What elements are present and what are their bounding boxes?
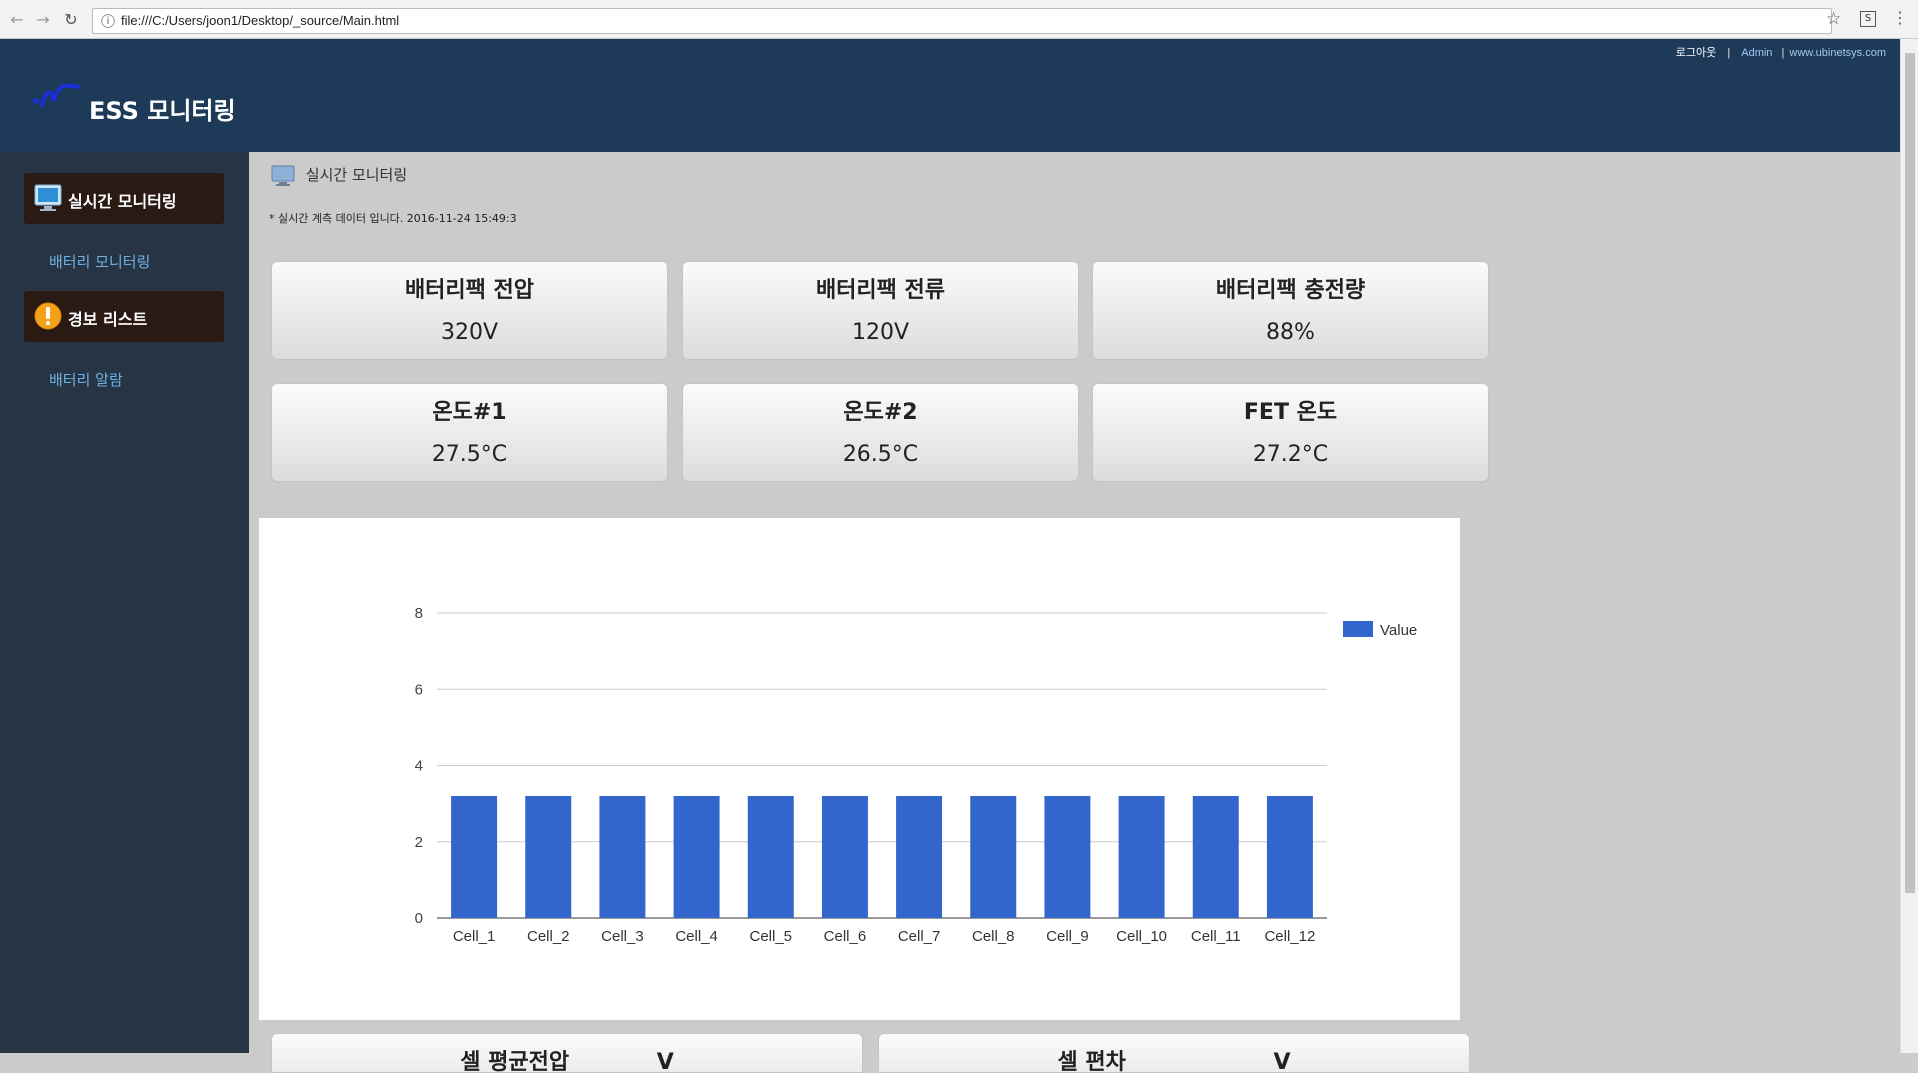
bar-cell-6	[821, 796, 868, 918]
card-title: 셀 평균전압 V	[272, 1044, 862, 1073]
bar-cell-7	[896, 796, 943, 918]
card-title: 온도#1	[432, 400, 507, 425]
x-tick-label: Cell_5	[749, 928, 792, 945]
x-tick-label: Cell_8	[972, 928, 1015, 945]
site-header: 로그아웃 | Admin | www.ubinetsys.com ESS 모니터…	[0, 39, 1900, 152]
extension-icon[interactable]: S	[1860, 11, 1876, 27]
menu-realtime-monitoring[interactable]: 실시간 모니터링	[24, 173, 224, 224]
submenu-battery-alarm[interactable]: 배터리 알람	[49, 369, 123, 390]
scroll-thumb[interactable]	[1905, 53, 1915, 893]
x-tick-label: Cell_3	[601, 928, 644, 945]
url-text: file:///C:/Users/joon1/Desktop/_source/M…	[121, 13, 400, 28]
y-tick-label: 4	[415, 758, 423, 775]
bookmark-star-icon[interactable]: ☆	[1826, 9, 1841, 29]
bar-cell-9	[1044, 796, 1091, 918]
site-link[interactable]: www.ubinetsys.com	[1789, 47, 1886, 59]
x-tick-label: Cell_2	[527, 928, 570, 945]
card-temp-2: 온도#2 26.5°C	[682, 383, 1079, 482]
logo-icon	[33, 83, 80, 107]
x-tick-label: Cell_10	[1116, 928, 1167, 945]
submenu-battery-monitoring[interactable]: 배터리 모니터링	[49, 251, 150, 272]
card-fet-temp: FET 온도 27.2°C	[1092, 383, 1489, 482]
card-cell-deviation: 셀 편차 V	[878, 1033, 1470, 1073]
brand-title[interactable]: ESS 모니터링	[89, 91, 236, 126]
card-pack-voltage: 배터리팩 전압 320V	[271, 261, 668, 360]
bar-cell-5	[747, 796, 794, 918]
y-tick-label: 8	[415, 605, 423, 622]
card-title-text: 셀 평균전압	[460, 1050, 570, 1073]
monitor-icon	[271, 165, 295, 186]
bar-cell-2	[525, 796, 572, 918]
card-title: 배터리팩 전류	[815, 278, 946, 303]
logout-link[interactable]: 로그아웃	[1676, 47, 1716, 59]
x-tick-label: Cell_1	[453, 928, 496, 945]
y-tick-label: 0	[415, 910, 423, 927]
card-title-text: 셀 편차	[1057, 1050, 1126, 1073]
info-icon[interactable]: i	[101, 14, 115, 28]
bar-cell-11	[1192, 796, 1239, 918]
reload-icon[interactable]: ↻	[60, 9, 82, 31]
y-tick-label: 2	[415, 834, 423, 851]
page: 로그아웃 | Admin | www.ubinetsys.com ESS 모니터…	[0, 39, 1900, 1073]
card-title: FET 온도	[1243, 400, 1338, 425]
bar-cell-10	[1118, 796, 1165, 918]
bar-cell-12	[1266, 796, 1313, 918]
legend-label: Value	[1380, 622, 1417, 639]
card-title: 배터리팩 충전량	[1215, 278, 1366, 303]
warning-icon	[34, 302, 62, 330]
menu-alarm-list[interactable]: 경보 리스트	[24, 291, 224, 342]
sidebar: 실시간 모니터링 배터리 모니터링 경보 리스트 배터리 알람	[0, 152, 249, 1053]
forward-icon[interactable]: →	[32, 9, 54, 31]
x-tick-label: Cell_12	[1264, 928, 1315, 945]
card-pack-current: 배터리팩 전류 120V	[682, 261, 1079, 360]
legend-swatch	[1343, 621, 1373, 637]
menu-label: 경보 리스트	[68, 310, 148, 329]
address-bar[interactable]: i file:///C:/Users/joon1/Desktop/_source…	[92, 8, 1832, 34]
data-timestamp: * 실시간 계측 데이터 입니다. 2016-11-24 15:49:3	[269, 212, 517, 225]
page-title: 실시간 모니터링	[271, 164, 407, 187]
x-tick-label: Cell_4	[675, 928, 718, 945]
card-unit: V	[656, 1050, 674, 1073]
card-value: 26.5°C	[842, 442, 919, 467]
card-value: 27.2°C	[1252, 442, 1329, 467]
card-pack-charge: 배터리팩 충전량 88%	[1092, 261, 1489, 360]
bar-cell-3	[599, 796, 646, 918]
page-title-text: 실시간 모니터링	[305, 166, 408, 184]
bar-cell-4	[673, 796, 720, 918]
admin-link[interactable]: Admin	[1741, 47, 1772, 59]
card-value: 120V	[851, 320, 910, 345]
card-title: 셀 편차 V	[879, 1044, 1469, 1073]
cell-voltage-chart: 0 2 4 6 8 Cell_1 Cell_2 Cell_3 Cell_4 Cell_5 Cell_…	[259, 518, 1460, 1020]
separator: |	[1727, 47, 1731, 59]
back-icon[interactable]: ←	[6, 9, 28, 31]
x-tick-label: Cell_11	[1191, 928, 1241, 945]
bar-cell-8	[970, 796, 1017, 918]
card-title: 온도#2	[843, 400, 918, 425]
card-temp-1: 온도#1 27.5°C	[271, 383, 668, 482]
main-content: 실시간 모니터링 * 실시간 계측 데이터 입니다. 2016-11-24 15…	[249, 152, 1900, 1073]
card-value: 27.5°C	[431, 442, 508, 467]
browser-menu-icon[interactable]: ⋮	[1892, 8, 1908, 27]
menu-label: 실시간 모니터링	[68, 192, 177, 211]
browser-toolbar: ← → ↻ i file:///C:/Users/joon1/Desktop/_…	[0, 0, 1918, 39]
x-tick-label: Cell_9	[1046, 928, 1089, 945]
card-title: 배터리팩 전압	[404, 278, 535, 303]
y-tick-label: 6	[415, 681, 423, 698]
card-value: 88%	[1266, 320, 1315, 345]
card-unit: V	[1273, 1050, 1291, 1073]
chart-svg: 0 2 4 6 8 Cell_1 Cell_2 Cell_3 Cell_4 Cell_5 Cell_…	[415, 605, 1418, 945]
x-tick-label: Cell_6	[824, 928, 867, 945]
bar-cell-1	[451, 796, 498, 918]
top-links: 로그아웃 | Admin | www.ubinetsys.com	[1676, 44, 1886, 60]
card-cell-avg-voltage: 셀 평균전압 V	[271, 1033, 863, 1073]
page-scrollbar[interactable]	[1900, 39, 1918, 1053]
card-value: 320V	[440, 320, 499, 345]
x-tick-label: Cell_7	[898, 928, 941, 945]
monitor-icon	[34, 184, 62, 211]
separator: |	[1781, 47, 1785, 59]
